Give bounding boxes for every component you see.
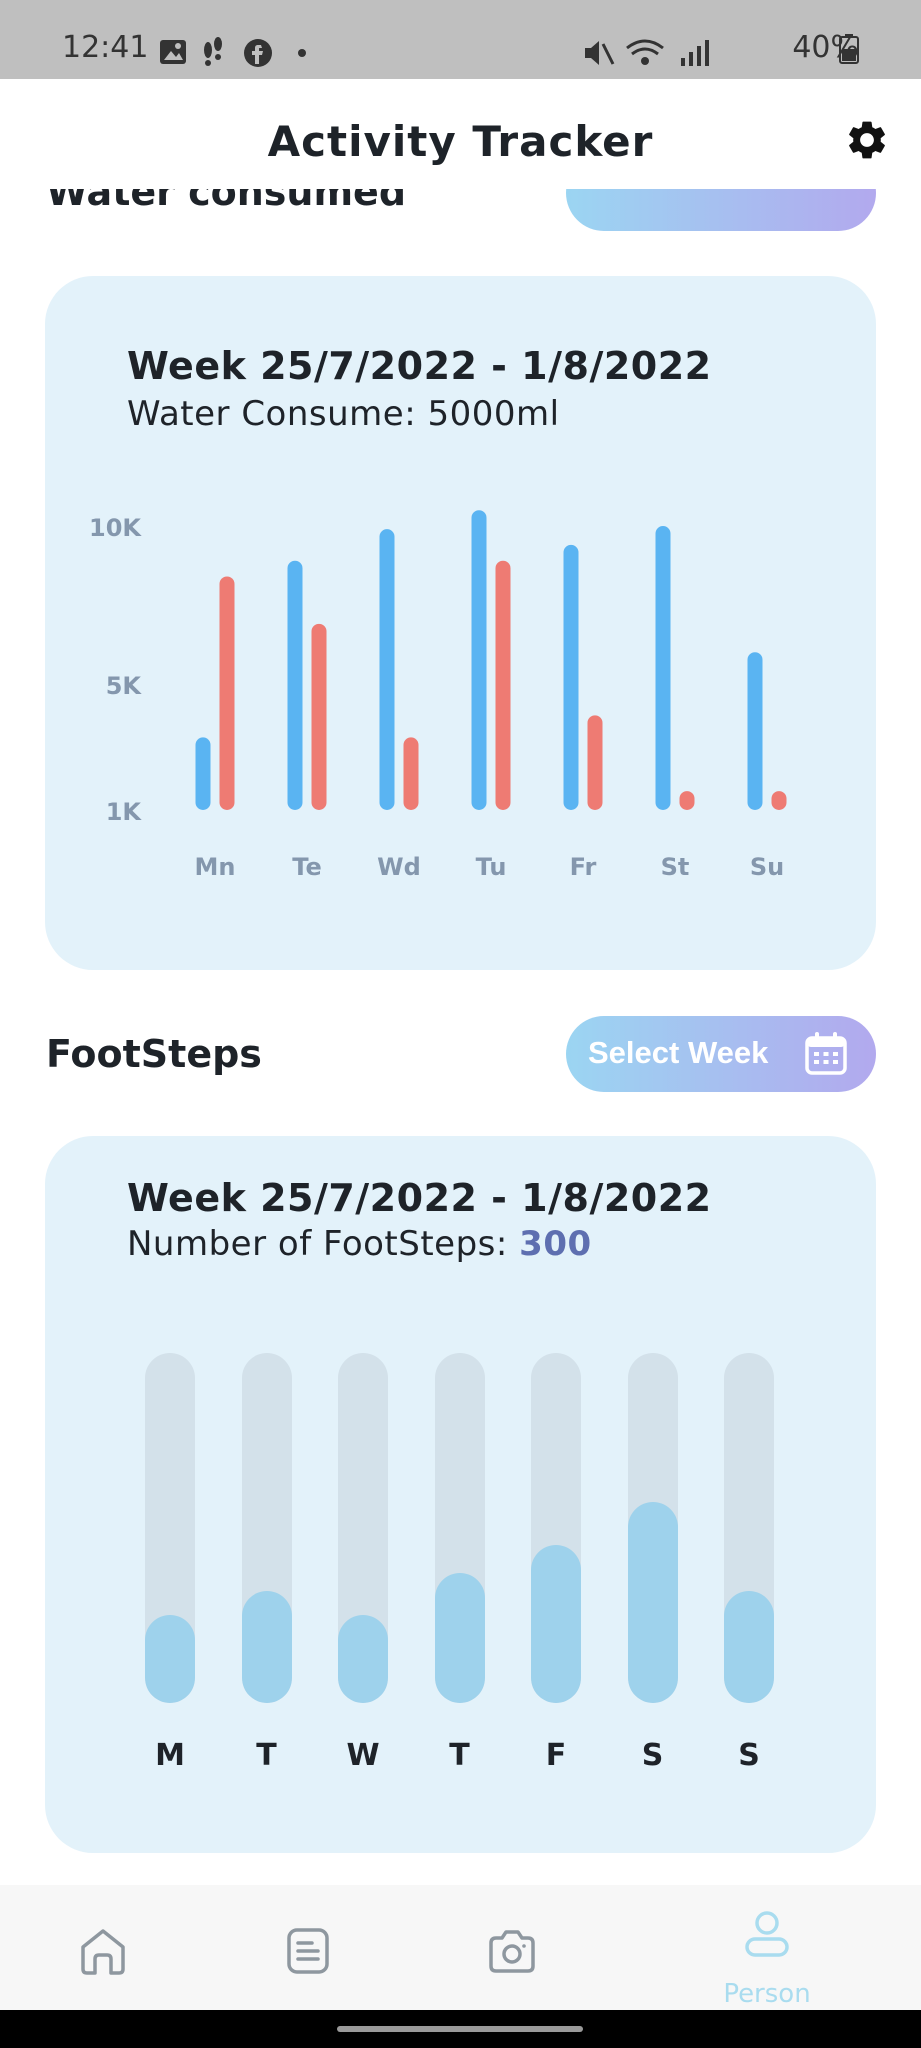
x-tick-label: Mn xyxy=(195,853,236,881)
x-tick-label: Tu xyxy=(476,853,507,881)
y-tick-label: 10K xyxy=(89,514,142,542)
footsteps-bar xyxy=(531,1545,581,1703)
water-bar-series-2 xyxy=(495,560,511,810)
x-tick-label: Te xyxy=(292,853,321,881)
water-bar-series-1 xyxy=(287,560,303,810)
water-bar-series-1 xyxy=(195,737,211,810)
page-title: Activity Tracker xyxy=(267,117,654,166)
footsteps-bar xyxy=(241,1591,292,1703)
footsteps-summary-label: Number of FootSteps: xyxy=(127,1224,508,1264)
y-tick-label: 5K xyxy=(106,672,143,700)
select-week-label: Select Week xyxy=(588,1035,769,1070)
document-icon xyxy=(287,1928,329,1974)
water-bar-series-2 xyxy=(219,576,235,810)
footsteps-bar xyxy=(627,1502,678,1703)
x-tick-label: Wd xyxy=(377,853,421,881)
footsteps-day-label: T xyxy=(256,1738,277,1773)
select-week-button[interactable]: Select Week xyxy=(566,1016,876,1092)
footsteps-track xyxy=(724,1353,774,1703)
nav-camera[interactable] xyxy=(422,1885,602,2010)
water-bar-series-1 xyxy=(655,526,671,810)
footsteps-track xyxy=(434,1353,485,1703)
gesture-bar xyxy=(0,2010,921,2048)
footsteps-week-title: Week 25/7/2022 - 1/8/2022 xyxy=(127,1176,712,1220)
footsteps-bar xyxy=(724,1591,774,1703)
footsteps-summary: Number of FootSteps: 300 xyxy=(127,1224,592,1264)
x-tick-label: Su xyxy=(750,853,784,881)
water-bar-series-2 xyxy=(587,715,603,810)
footsteps-day-label: W xyxy=(346,1738,380,1773)
y-tick-label: 1K xyxy=(106,798,143,826)
footsteps-summary-value: 300 xyxy=(519,1224,592,1264)
footsteps-bar xyxy=(145,1615,195,1703)
water-bar-series-2 xyxy=(403,737,419,810)
footsteps-track xyxy=(241,1353,292,1703)
footsteps-track xyxy=(627,1353,678,1703)
footsteps-day-label: S xyxy=(641,1738,664,1773)
person-icon xyxy=(745,1911,789,1957)
nav-home[interactable] xyxy=(13,1885,193,2010)
footsteps-bar xyxy=(338,1615,388,1703)
water-bar-series-1 xyxy=(563,544,579,810)
footsteps-bar xyxy=(434,1573,485,1703)
footsteps-day-label: F xyxy=(545,1738,567,1773)
water-bar-series-1 xyxy=(471,510,487,810)
footsteps-card: Week 25/7/2022 - 1/8/2022 Number of Foot… xyxy=(45,1136,876,1853)
gear-icon[interactable] xyxy=(844,117,890,163)
water-bar-series-1 xyxy=(747,652,763,810)
section-title-footsteps: FootSteps xyxy=(46,1032,262,1076)
footsteps-track xyxy=(531,1353,581,1703)
x-tick-label: Fr xyxy=(570,853,597,881)
app-header: Activity Tracker xyxy=(0,79,921,189)
water-bar-series-2 xyxy=(311,623,327,810)
camera-icon xyxy=(489,1930,535,1973)
x-tick-label: St xyxy=(661,853,690,881)
footsteps-track xyxy=(338,1353,388,1703)
nav-person-label: Person xyxy=(723,1979,811,2009)
water-bar-series-2 xyxy=(771,791,787,810)
footsteps-track xyxy=(145,1353,195,1703)
water-chart: 10K 5K 1K Mn Te Wd Tu Fr St Su xyxy=(89,510,787,881)
bottom-nav: Person xyxy=(0,1885,921,2010)
scroll-content[interactable]: Water consumed Week 25/7/2022 - 1/8/2022… xyxy=(0,0,921,1885)
footsteps-day-label: M xyxy=(155,1738,185,1773)
footsteps-day-label: T xyxy=(449,1738,470,1773)
water-bar-series-1 xyxy=(379,529,395,810)
water-bar-series-2 xyxy=(679,791,695,810)
home-icon xyxy=(81,1929,125,1975)
home-gesture-handle[interactable] xyxy=(337,2026,583,2032)
nav-person[interactable]: Person xyxy=(677,1885,857,2010)
calendar-icon xyxy=(805,1032,847,1075)
nav-document[interactable] xyxy=(218,1885,398,2010)
water-card: Week 25/7/2022 - 1/8/2022 Water Consume:… xyxy=(45,276,876,970)
footsteps-day-label: S xyxy=(738,1738,760,1773)
